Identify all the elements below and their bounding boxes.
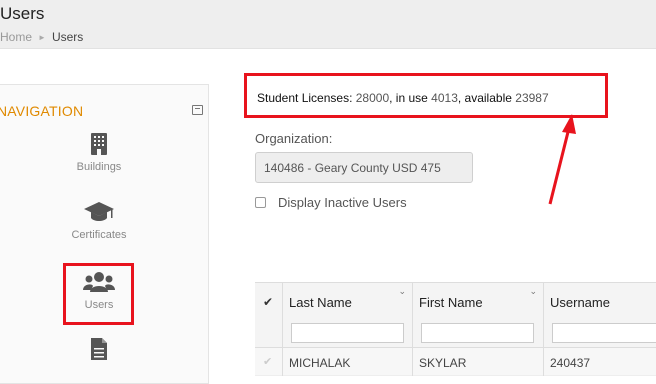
column-header-label: Last Name: [289, 295, 352, 310]
table-header-row: ✔ Last Name ⌄ First Name ⌄ Username: [255, 282, 656, 349]
filter-first-name-input[interactable]: [421, 323, 534, 343]
nav-item-label: Certificates: [71, 229, 127, 241]
nav-item-certificates[interactable]: Certificates: [44, 201, 154, 241]
licenses-in-use-label: , in use: [389, 91, 428, 105]
select-all-header[interactable]: ✔: [255, 283, 283, 349]
filter-last-name-input[interactable]: [291, 323, 404, 343]
nav-item-label: Buildings: [76, 161, 122, 173]
sort-chevron-icon[interactable]: ⌄: [529, 286, 537, 297]
page-title: Users: [0, 4, 45, 23]
graduation-cap-icon: [84, 202, 114, 221]
breadcrumb-home[interactable]: Home: [0, 30, 32, 44]
licenses-total: 28000: [355, 91, 390, 105]
column-header-label: First Name: [419, 295, 483, 310]
breadcrumb-separator-icon: ►: [38, 32, 46, 42]
checkmark-icon: ✔: [263, 356, 273, 368]
breadcrumb: Home ► Users: [0, 30, 83, 44]
annotation-arrow-icon: [548, 114, 576, 205]
licenses-available: 23987: [515, 91, 549, 105]
licenses-available-label: , available: [457, 91, 512, 105]
display-inactive-checkbox[interactable]: [255, 197, 266, 208]
column-header-label: Username: [550, 295, 610, 310]
navigation-title: NAVIGATION: [0, 103, 84, 119]
licenses-label: Student Licenses:: [257, 91, 353, 105]
sort-chevron-icon[interactable]: ⌄: [398, 286, 406, 297]
collapse-icon[interactable]: [192, 105, 203, 115]
filter-username-input[interactable]: [552, 323, 656, 343]
nav-item-documents[interactable]: [44, 338, 154, 366]
display-inactive-label: Display Inactive Users: [278, 195, 407, 210]
column-username[interactable]: Username: [544, 283, 656, 349]
student-licenses-summary: Student Licenses: 28000, in use 4013, av…: [257, 91, 549, 105]
table-row[interactable]: ✔ MICHALAK SKYLAR 240437: [255, 348, 656, 376]
organization-label: Organization:: [255, 131, 333, 146]
building-icon: [91, 133, 107, 155]
cell-username: 240437: [550, 356, 591, 370]
column-last-name[interactable]: Last Name ⌄: [283, 283, 413, 349]
cell-last-name: MICHALAK: [283, 348, 413, 376]
breadcrumb-current: Users: [51, 30, 84, 44]
page-header: Users Home ► Users: [0, 0, 656, 49]
licenses-in-use: 4013: [431, 91, 458, 105]
organization-select[interactable]: 140486 - Geary County USD 475: [255, 152, 473, 183]
row-select-checkbox[interactable]: ✔: [255, 348, 283, 376]
cell-first-name: SKYLAR: [413, 348, 544, 376]
nav-item-buildings[interactable]: Buildings: [44, 133, 154, 173]
document-icon: [91, 338, 107, 360]
users-highlight-box: [63, 263, 134, 325]
display-inactive-row[interactable]: Display Inactive Users: [255, 195, 407, 210]
checkmark-icon: ✔: [263, 295, 274, 309]
column-first-name[interactable]: First Name ⌄: [413, 283, 544, 349]
